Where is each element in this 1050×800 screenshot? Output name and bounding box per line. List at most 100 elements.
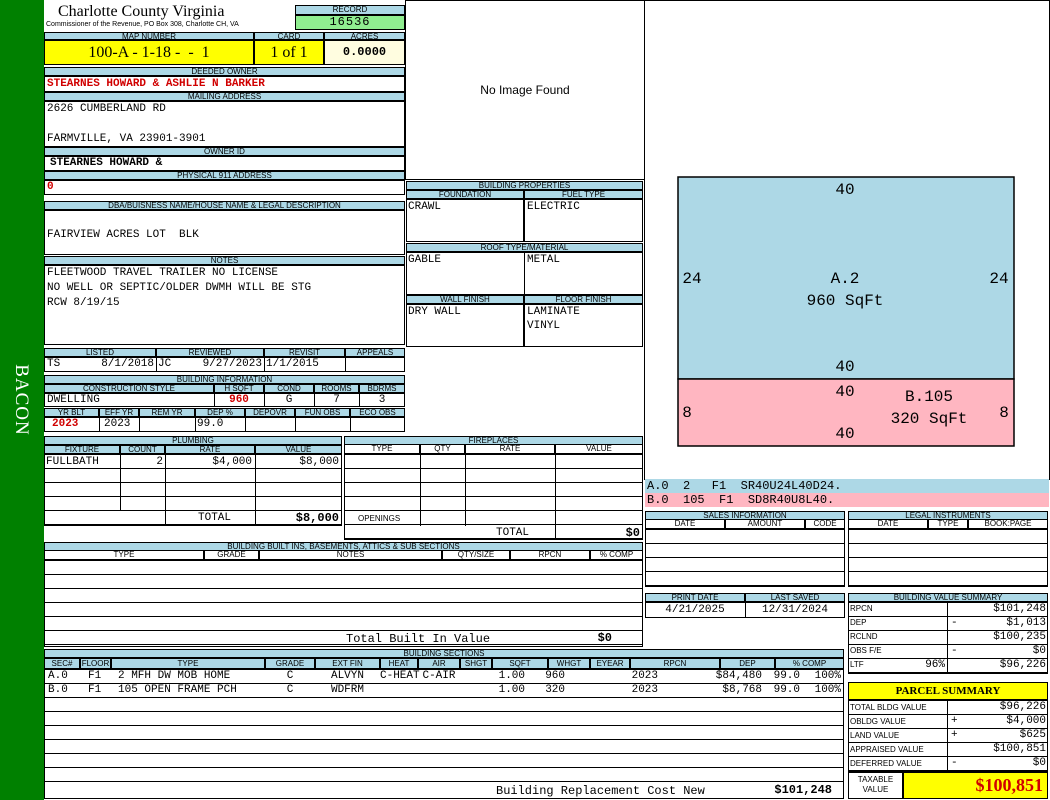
summary-deferred-label: DEFERRED VALUE: [850, 759, 922, 768]
roof-type-value: GABLE: [408, 254, 442, 266]
legal-col-bookpage: BOOK:PAGE: [968, 520, 1048, 529]
sections-sqft-col: SQFT: [492, 658, 548, 669]
card-header: CARD: [254, 32, 324, 40]
summary-land-value: $625: [1019, 729, 1046, 741]
section-a-left-dim: 24: [682, 270, 701, 288]
plumbing-total: $8,000: [295, 511, 339, 525]
wall-finish-header: WALL FINISH: [406, 295, 524, 304]
sections-comp-col: % COMP: [775, 658, 844, 669]
legal-description: FAIRVIEW ACRES LOT BLK: [47, 229, 199, 241]
builtins-col-grade: GRADE: [204, 551, 259, 560]
funobs-header: FUN OBS: [295, 408, 350, 417]
roof-header: ROOF TYPE/MATERIAL: [406, 243, 643, 252]
fireplace-total: $0: [625, 526, 640, 540]
section-cell: 100%: [814, 670, 841, 682]
roof-material-value: METAL: [527, 254, 561, 266]
legal-description-header: DBA/BUISNESS NAME/HOUSE NAME & LEGAL DES…: [44, 201, 405, 210]
foundation-value: CRAWL: [408, 201, 442, 213]
summary-deferred-value: $0: [1032, 757, 1046, 769]
building-properties-header: BUILDING PROPERTIES: [406, 181, 643, 190]
listed-header: LISTED: [44, 348, 156, 357]
mailing-address-line2: FARMVILLE, VA 23901-3901: [47, 133, 206, 145]
construction-style-header: CONSTRUCTION STYLE: [44, 384, 214, 393]
builtins-col-qty: QTY/SIZE: [442, 551, 510, 560]
bvs-rclnd-label: RCLND: [850, 632, 878, 641]
yrblt-header: YR BLT: [44, 408, 99, 417]
sections-dep-col: DEP: [720, 658, 775, 669]
bvs-rclnd-value: $100,235: [993, 631, 1046, 643]
taxable-label-2: VALUE: [862, 785, 889, 794]
summary-bldg-label: TOTAL BLDG VALUE: [850, 703, 927, 712]
bvs-ltf-value: $96,226: [999, 659, 1046, 671]
floor-finish-value: VINYL: [527, 320, 561, 332]
section-cell: ALVYN: [330, 670, 364, 682]
section-cell: WDFRM: [330, 684, 364, 696]
bvs-dep-value: $1,013: [1006, 617, 1046, 629]
rooms-value: 7: [333, 394, 340, 406]
foundation-header: FOUNDATION: [406, 190, 524, 199]
bvs-ltf-percent: 96%: [925, 659, 945, 671]
section-cell: C-HEAT: [380, 670, 420, 682]
deeded-owner-header: DEEDED OWNER: [44, 67, 405, 76]
section-a-top-dim: 40: [835, 181, 854, 199]
section-b-area: 320 SqFt: [891, 410, 968, 428]
listed-date: 8/1/2018: [101, 358, 154, 370]
revisit-header: REVISIT: [264, 348, 345, 357]
record-number: 16536: [295, 15, 405, 30]
reviewed-header: REVIEWED: [156, 348, 264, 357]
plumbing-col-rate: RATE: [165, 445, 255, 454]
summary-land-label: LAND VALUE: [850, 731, 900, 740]
sections-sec-col: SEC#: [44, 658, 80, 669]
plumbing-total-label: TOTAL: [198, 512, 232, 524]
sections-shgt-col: SHGT: [460, 658, 492, 669]
divider: [245, 417, 246, 432]
revisit-date: 1/1/2015: [266, 358, 319, 370]
ecoobs-header: ECO OBS: [350, 408, 405, 417]
fireplace-col-value: VALUE: [555, 445, 643, 454]
listed-by: TS: [47, 358, 61, 370]
divider: [947, 700, 948, 772]
section-cell: 105 OPEN FRAME PCH: [118, 684, 237, 696]
section-cell: A.0: [48, 670, 68, 682]
section-a-right-dim: 24: [989, 270, 1008, 288]
cond-value: G: [285, 394, 293, 406]
owner-id: STEARNES HOWARD &: [50, 157, 163, 169]
sections-heat-col: HEAT: [380, 658, 418, 669]
sections-type-col: TYPE: [111, 658, 265, 669]
divider: [465, 454, 466, 526]
sales-col-date: DATE: [645, 520, 725, 529]
section-cell: F1: [88, 670, 102, 682]
taxable-label: TAXABLE: [857, 775, 894, 784]
plumbing-col-fixture: FIXTURE: [44, 445, 120, 454]
fireplace-col-qty: QTY: [420, 445, 465, 454]
divider: [195, 417, 196, 432]
plumbing-count: 2: [156, 456, 163, 468]
dep-header: DEP %: [195, 408, 245, 417]
section-b-name: B.105: [905, 388, 953, 406]
plumbing-col-count: COUNT: [120, 445, 165, 454]
builtins-col-comp: % COMP: [590, 551, 643, 560]
print-date-header: PRINT DATE: [645, 593, 745, 602]
section-cell: C: [286, 684, 294, 696]
floor-finish-header: FLOOR FINISH: [524, 295, 643, 304]
sales-col-code: CODE: [805, 520, 845, 529]
fireplace-col-rate: RATE: [465, 445, 555, 454]
bdrms-header: BDRMS: [359, 384, 405, 393]
dep-value: 99.0: [197, 418, 224, 430]
bvs-obs-value: $0: [1032, 645, 1046, 657]
map-number-header: MAP NUMBER: [44, 32, 254, 40]
taxable-value: $100,851: [903, 772, 1048, 799]
section-cell: B.0: [48, 684, 68, 696]
section-b-left-dim: 8: [682, 404, 692, 422]
divider: [947, 602, 948, 674]
bvs-rpcn-label: RPCN: [850, 604, 873, 613]
sketch-legend-a-text: A.0 2 F1 SR40U24L40D24.: [647, 479, 842, 493]
section-cell: C-AIR: [422, 670, 456, 682]
builtins-col-type: TYPE: [44, 551, 204, 560]
plumbing-fixture: FULLBATH: [46, 456, 99, 468]
sales-col-amount: AMOUNT: [725, 520, 805, 529]
builtins-total: $0: [597, 631, 612, 645]
section-cell: 960: [545, 670, 565, 682]
bdrms-value: 3: [378, 394, 386, 406]
sections-air-col: AIR: [418, 658, 460, 669]
